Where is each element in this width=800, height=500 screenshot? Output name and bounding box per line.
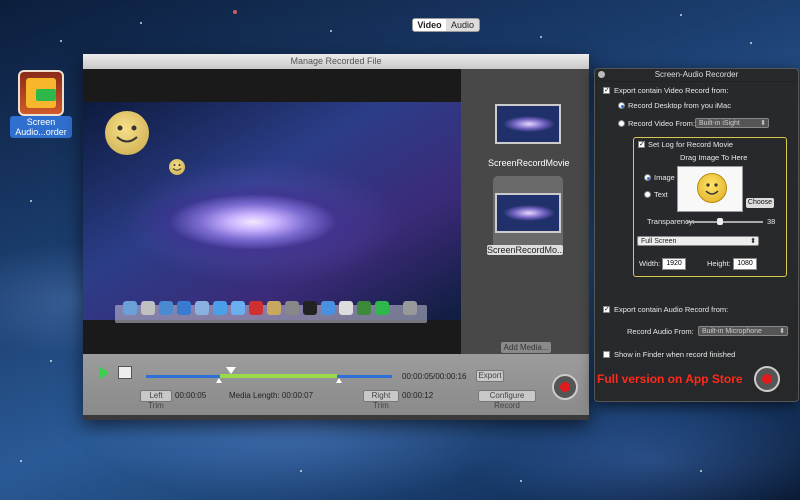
- clapperboard-icon[interactable]: [118, 366, 132, 379]
- configure-record-button[interactable]: Configure Record: [478, 390, 536, 410]
- dock-document-icon: [339, 301, 353, 315]
- dock-mission-control-icon: [159, 301, 173, 315]
- transparency-value: 38: [767, 217, 776, 226]
- record-desktop-radio[interactable]: [618, 102, 625, 109]
- smiley-icon: [169, 159, 185, 175]
- export-audio-checkbox[interactable]: ✓: [603, 306, 610, 313]
- transparency-slider-knob[interactable]: [717, 218, 723, 225]
- smiley-watermark-icon: [105, 111, 149, 155]
- record-dot-icon: [560, 382, 570, 392]
- transparency-slider[interactable]: [687, 221, 763, 223]
- screen-audio-recorder-panel: Screen-Audio Recorder ✓ Export contain V…: [594, 68, 799, 402]
- height-field[interactable]: 1080: [733, 258, 757, 270]
- dock-appstore-icon: [177, 301, 191, 315]
- record-desktop-label: Record Desktop from you iMac: [628, 101, 731, 110]
- tab-video[interactable]: Video: [413, 19, 446, 31]
- app-desktop-icon[interactable]: [18, 70, 64, 116]
- drag-image-label: Drag Image To Here: [680, 153, 748, 162]
- export-video-checkbox[interactable]: ✓: [603, 87, 610, 94]
- media-thumbnail[interactable]: [495, 193, 561, 233]
- star: [520, 480, 522, 482]
- app-desktop-icon-label[interactable]: Screen Audio...order: [10, 116, 72, 138]
- timeline-selection[interactable]: [220, 374, 337, 378]
- media-length: Media Length: 00:00:07: [229, 391, 314, 400]
- media-label: ScreenRecordMovie: [488, 158, 570, 168]
- star: [50, 360, 52, 362]
- export-button[interactable]: Export: [476, 370, 504, 382]
- choose-button[interactable]: Choose: [746, 198, 774, 208]
- star: [750, 42, 752, 44]
- record-audio-label: Record Audio From:: [627, 327, 694, 336]
- text-label: Text: [654, 190, 668, 199]
- window-title: Manage Recorded File: [83, 54, 589, 69]
- video-source-select[interactable]: Built-in iSight: [695, 118, 769, 129]
- dock-xcode-icon: [321, 301, 335, 315]
- tab-audio[interactable]: Audio: [446, 19, 479, 31]
- dock-calendar-icon: [249, 301, 263, 315]
- star: [140, 22, 142, 24]
- size-mode-select[interactable]: Full Screen: [637, 236, 759, 247]
- star: [680, 14, 682, 16]
- time-position: 00:00:05/00:00:16: [402, 372, 467, 381]
- record-dot-icon: [762, 374, 772, 384]
- dock-launchpad-icon: [141, 301, 155, 315]
- add-media-button[interactable]: Add Media...: [501, 342, 551, 353]
- image-label: Image: [654, 173, 675, 182]
- show-in-finder-checkbox[interactable]: [603, 351, 610, 358]
- right-trim-time: 00:00:12: [402, 391, 434, 400]
- close-icon[interactable]: [598, 71, 605, 78]
- audio-source-select[interactable]: Built-in Microphone: [698, 326, 788, 337]
- app-store-link[interactable]: Full version on App Store: [597, 372, 743, 386]
- star: [700, 470, 702, 472]
- star: [540, 36, 542, 38]
- record-video-label: Record Video From:: [628, 119, 695, 128]
- video-audio-tabs[interactable]: Video Audio: [412, 18, 480, 32]
- preview-dock: [115, 301, 427, 323]
- show-in-finder-label: Show in Finder when record finished: [614, 350, 736, 359]
- left-trim-button[interactable]: Left Trim: [140, 390, 172, 410]
- star: [20, 460, 22, 462]
- camera-icon: [36, 89, 56, 101]
- dock-preview-icon: [267, 301, 281, 315]
- star: [233, 10, 237, 14]
- right-trim-handle[interactable]: [336, 378, 342, 383]
- export-video-label: Export contain Video Record from:: [614, 86, 729, 95]
- dock-finder-icon: [123, 301, 137, 315]
- dock-safari-icon: [213, 301, 227, 315]
- text-radio[interactable]: [644, 191, 651, 198]
- record-video-radio[interactable]: [618, 120, 625, 127]
- record-button[interactable]: [552, 374, 578, 400]
- dock-trash-icon: [403, 301, 417, 315]
- dock-activity-monitor-icon: [357, 301, 371, 315]
- media-thumbnail[interactable]: [495, 104, 561, 144]
- left-trim-handle[interactable]: [216, 378, 222, 383]
- image-radio[interactable]: [644, 174, 651, 181]
- dock-recorder-icon: [375, 301, 389, 315]
- height-label: Height:: [707, 259, 731, 268]
- dock-terminal-icon: [303, 301, 317, 315]
- recorder-record-button[interactable]: [754, 366, 780, 392]
- left-trim-time: 00:00:05: [175, 391, 207, 400]
- play-icon[interactable]: [99, 366, 109, 380]
- width-label: Width:: [639, 259, 661, 268]
- video-preview: [83, 69, 461, 359]
- set-log-checkbox[interactable]: ✓: [638, 141, 645, 148]
- playhead-handle[interactable]: [226, 367, 236, 374]
- dock-system-prefs-icon: [285, 301, 299, 315]
- star: [300, 470, 302, 472]
- right-trim-button[interactable]: Right Trim: [363, 390, 399, 410]
- smiley-icon: [697, 173, 727, 203]
- star: [330, 30, 332, 32]
- panel-title: Screen-Audio Recorder: [595, 69, 798, 82]
- star: [60, 40, 62, 42]
- dock-mail-icon: [195, 301, 209, 315]
- dock-facetime-icon: [231, 301, 245, 315]
- set-log-label: Set Log for Record Movie: [648, 140, 734, 149]
- media-label: ScreenRecordMo...: [487, 245, 565, 255]
- width-field[interactable]: 1920: [662, 258, 686, 270]
- export-audio-label: Export contain Audio Record from:: [614, 305, 729, 314]
- star: [30, 200, 32, 202]
